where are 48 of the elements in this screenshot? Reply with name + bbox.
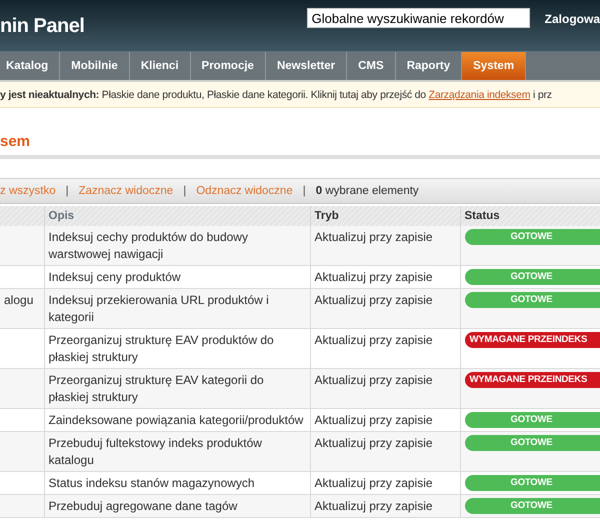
mode-cell: Aktualizuj przy zapisie xyxy=(310,494,460,518)
nav-tab[interactable]: Newsletter xyxy=(266,52,348,80)
column-header[interactable]: Opis xyxy=(44,206,310,226)
description-cell: Przeorganizuj strukturę EAV kategorii do płaskiej struktury xyxy=(44,368,310,408)
separator-text: | xyxy=(66,185,69,197)
status-badge: GOTOWE xyxy=(464,498,600,514)
nav-tab[interactable]: Mobilnie xyxy=(60,52,130,80)
mode-cell: Aktualizuj przy zapisie xyxy=(310,226,460,266)
description-cell: Indeksuj przekierowania URL produktów i kategorii xyxy=(44,288,310,328)
selected-count: 0 wybrane elementy xyxy=(316,185,419,197)
logo-text: nin Panel xyxy=(0,15,84,38)
column-header[interactable]: Tryb xyxy=(310,206,460,226)
nav-tab[interactable]: CMS xyxy=(347,52,396,80)
status-badge: GOTOWE xyxy=(464,229,600,245)
user-greeting: Zalogowa xyxy=(544,12,600,26)
description-cell: Przebuduj agregowane dane tagów xyxy=(44,494,310,518)
description-cell: Przebuduj fultekstowy indeks produktów katalogu xyxy=(44,432,310,472)
status-badge: GOTOWE xyxy=(464,292,600,308)
description-cell: Indeksuj cechy produktów do budowy warstwowej nawigacji xyxy=(44,226,310,266)
status-badge: GOTOWE xyxy=(464,435,600,451)
separator-text: | xyxy=(183,185,186,197)
status-badge: GOTOWE xyxy=(464,475,600,491)
notice-message: y jest nieaktualnych: Płaskie dane produktu, Płaskie dane kategorii. Kliknij tutaj aby przejść do Zarządzania indeksem i prz xyxy=(0,88,553,103)
status-badge: WYMAGANE PRZEINDEKS xyxy=(464,372,600,388)
mode-cell: Aktualizuj przy zapisie xyxy=(310,288,460,328)
status-badge: GOTOWE xyxy=(464,269,600,285)
select-link[interactable]: Zaznacz widoczne xyxy=(78,185,174,197)
select-link[interactable]: z wszystko xyxy=(0,185,56,197)
table-cell xyxy=(0,226,44,266)
header-cell xyxy=(0,206,44,226)
status-badge: GOTOWE xyxy=(464,412,600,428)
table-cell xyxy=(0,368,44,408)
page-title: sem xyxy=(0,133,32,151)
mode-cell: Aktualizuj przy zapisie xyxy=(310,368,460,408)
select-link[interactable]: Odznacz widoczne xyxy=(196,185,293,197)
separator-text: | xyxy=(302,185,306,197)
table-cell xyxy=(0,432,44,472)
nav-tab[interactable]: Klienci xyxy=(130,52,191,80)
search-field[interactable]: Globalne wyszukiwanie rekordów xyxy=(306,8,530,28)
nav-tab[interactable]: Katalog xyxy=(0,52,60,80)
table-cell: alogu xyxy=(0,288,44,328)
nav-tab[interactable]: Promocje xyxy=(190,52,266,80)
index-management-link[interactable]: Zarządzania indeksem xyxy=(428,89,530,101)
mode-cell: Aktualizuj przy zapisie xyxy=(310,432,460,472)
column-header[interactable]: Status xyxy=(460,206,600,226)
status-badge: WYMAGANE PRZEINDEKS xyxy=(464,332,600,348)
table-cell xyxy=(0,494,44,518)
nav-tab[interactable]: System xyxy=(462,52,526,80)
